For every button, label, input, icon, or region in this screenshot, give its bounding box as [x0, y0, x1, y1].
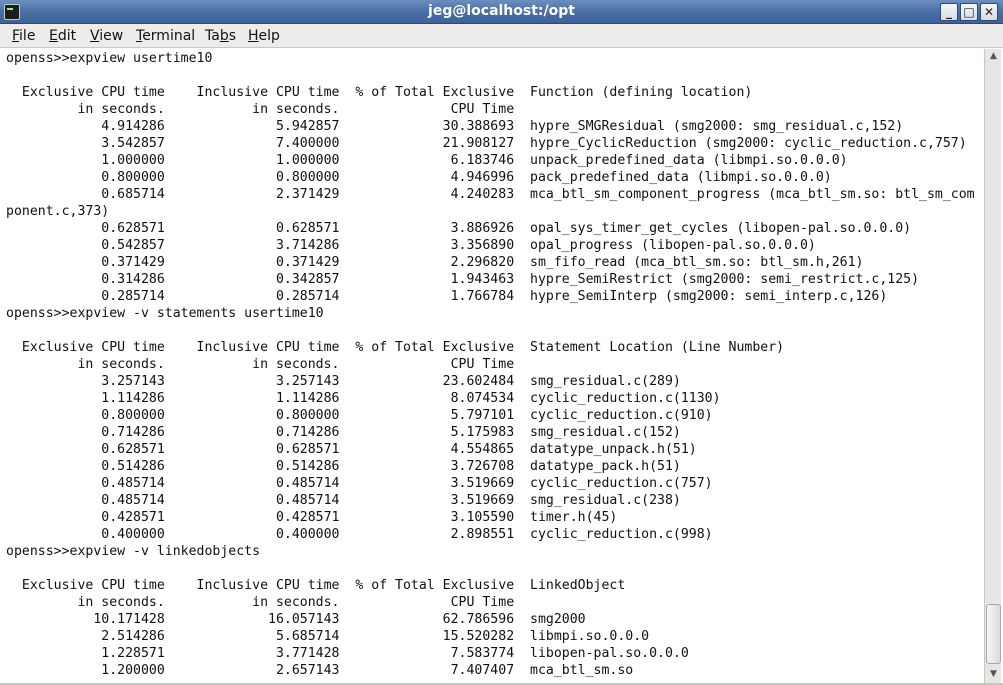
terminal-output[interactable]: openss>>expview usertime10 Exclusive CPU…: [2, 49, 984, 683]
terminal-line: 0.714286 0.714286 5.175983 smg_residual.…: [6, 425, 681, 440]
terminal-line: 3.257143 3.257143 23.602484 smg_residual…: [6, 374, 681, 389]
terminal-line: 0.514286 0.514286 3.726708 datatype_pack…: [6, 459, 681, 474]
maximize-button[interactable]: □: [960, 3, 978, 21]
menu-terminal[interactable]: Terminal: [136, 28, 195, 44]
terminal-line: 0.628571 0.628571 4.554865 datatype_unpa…: [6, 442, 697, 457]
scrollbar-thumb[interactable]: [986, 604, 1001, 664]
minimize-icon: _: [946, 5, 952, 19]
menu-bar: File Edit View Terminal Tabs Help: [0, 24, 1003, 48]
terminal-line: openss>>expview -v linkedobjects: [6, 544, 261, 559]
terminal-line: 1.114286 1.114286 8.074534 cyclic_reduct…: [6, 391, 721, 406]
menu-edit[interactable]: Edit: [49, 28, 76, 44]
close-button[interactable]: ✕: [980, 3, 998, 21]
window-title: jeg@localhost:/opt: [428, 3, 575, 19]
terminal-line: openss>>expview -v statements usertime10: [6, 306, 324, 321]
arrow-down-icon: ▼: [990, 669, 997, 679]
terminal-line: 1.228571 3.771428 7.583774 libopen-pal.s…: [6, 646, 689, 661]
menu-file[interactable]: File: [12, 28, 35, 44]
terminal-line: 0.542857 3.714286 3.356890 opal_progress…: [6, 238, 816, 253]
terminal-line: 0.685714 2.371429 4.240283 mca_btl_sm_co…: [6, 187, 975, 202]
terminal-line: 0.314286 0.342857 1.943463 hypre_SemiRes…: [6, 272, 920, 287]
terminal-line: 1.200000 2.657143 7.407407 mca_btl_sm.so: [6, 663, 634, 678]
terminal-line: Exclusive CPU time Inclusive CPU time % …: [6, 578, 626, 593]
terminal-line: openss>>expview usertime10: [6, 51, 213, 66]
terminal-line: 4.914286 5.942857 30.388693 hypre_SMGRes…: [6, 119, 904, 134]
title-bar[interactable]: jeg@localhost:/opt _ □ ✕: [0, 0, 1003, 24]
scroll-down-button[interactable]: ▼: [986, 667, 1001, 682]
terminal-line: 10.171428 16.057143 62.786596 smg2000: [6, 612, 586, 627]
terminal-line: 0.428571 0.428571 3.105590 timer.h(45): [6, 510, 618, 525]
terminal-line: in seconds. in seconds. CPU Time: [6, 595, 515, 610]
terminal-line: 2.514286 5.685714 15.520282 libmpi.so.0.…: [6, 629, 650, 644]
vertical-scrollbar[interactable]: ▲ ▼: [984, 49, 1001, 683]
minimize-button[interactable]: _: [940, 3, 958, 21]
arrow-up-icon: ▲: [990, 51, 997, 61]
terminal-line: 0.800000 0.800000 4.946996 pack_predefin…: [6, 170, 832, 185]
close-icon: ✕: [983, 5, 995, 19]
menu-tabs[interactable]: Tabs: [205, 28, 236, 44]
terminal-line: 3.542857 7.400000 21.908127 hypre_Cyclic…: [6, 136, 967, 151]
terminal-line: in seconds. in seconds. CPU Time: [6, 357, 515, 372]
terminal-line: in seconds. in seconds. CPU Time: [6, 102, 515, 117]
terminal-line: Exclusive CPU time Inclusive CPU time % …: [6, 85, 753, 100]
terminal-line: ponent.c,373): [6, 204, 110, 219]
maximize-icon: □: [963, 5, 975, 19]
terminal-line: 0.800000 0.800000 5.797101 cyclic_reduct…: [6, 408, 713, 423]
terminal-line: 0.485714 0.485714 3.519669 cyclic_reduct…: [6, 476, 713, 491]
terminal-line: 0.485714 0.485714 3.519669 smg_residual.…: [6, 493, 681, 508]
terminal-line: Exclusive CPU time Inclusive CPU time % …: [6, 340, 785, 355]
terminal-line: 0.285714 0.285714 1.766784 hypre_SemiInt…: [6, 289, 888, 304]
terminal-line: 0.371429 0.371429 2.296820 sm_fifo_read …: [6, 255, 864, 270]
terminal-line: 0.628571 0.628571 3.886926 opal_sys_time…: [6, 221, 912, 236]
menu-view[interactable]: View: [90, 28, 123, 44]
terminal-line: 0.400000 0.400000 2.898551 cyclic_reduct…: [6, 527, 713, 542]
menu-help[interactable]: Help: [248, 28, 280, 44]
terminal-line: 1.000000 1.000000 6.183746 unpack_predef…: [6, 153, 848, 168]
scroll-up-button[interactable]: ▲: [986, 49, 1001, 64]
